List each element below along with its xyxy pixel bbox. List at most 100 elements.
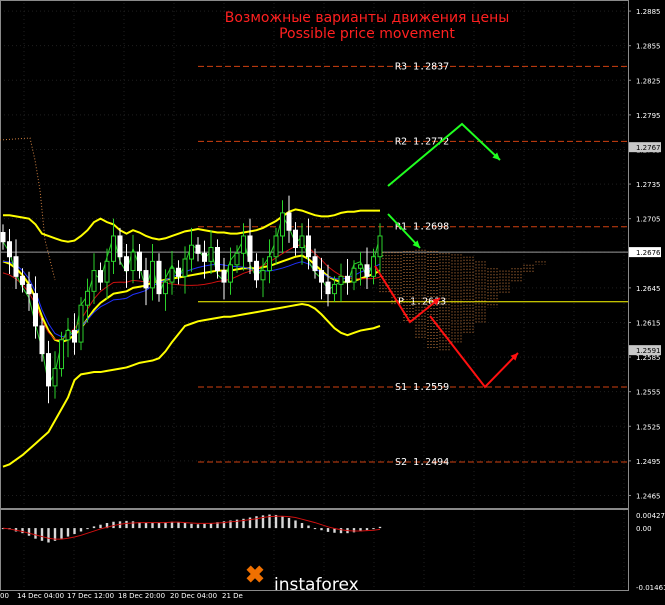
candle-body xyxy=(377,235,383,258)
candle-body xyxy=(312,256,318,272)
macd-bar xyxy=(157,522,161,529)
candle-body xyxy=(247,235,253,262)
candle-body xyxy=(124,256,129,272)
candle-body xyxy=(215,247,220,272)
date-tick-label: 00 xyxy=(0,592,9,600)
candle-body xyxy=(150,260,155,289)
candle-body xyxy=(163,281,168,295)
candle-body xyxy=(306,235,311,258)
macd-bar xyxy=(320,528,323,531)
candle-body xyxy=(52,368,58,387)
macd-bar xyxy=(21,528,24,534)
macd-bar xyxy=(92,526,96,529)
candle-body xyxy=(358,264,363,269)
candle-body xyxy=(332,283,337,295)
price-tag-label: 1.2591 xyxy=(636,347,661,355)
candle-body xyxy=(176,267,181,277)
price-tick-label: 1.2495 xyxy=(636,458,661,466)
candle-body xyxy=(143,270,149,289)
macd-bar xyxy=(196,524,200,529)
candle-body xyxy=(345,275,350,283)
level-label-r3: R3 1.2837 xyxy=(395,61,449,72)
macd-bar xyxy=(27,528,31,536)
macd-bar xyxy=(60,528,63,539)
chart-title-ru: Возможные варианты движения цены xyxy=(225,10,510,26)
candle-body xyxy=(273,235,279,258)
price-tick-label: 1.2735 xyxy=(636,181,661,189)
current-price-label: 1.2676 xyxy=(636,249,661,257)
candle-body xyxy=(234,252,240,266)
macd-bar xyxy=(365,528,369,531)
candle-body xyxy=(78,304,84,343)
macd-bar xyxy=(281,516,284,529)
logo-text: instaforex xyxy=(274,575,359,595)
price-tick-label: 1.2795 xyxy=(636,112,661,120)
candle-body xyxy=(39,325,45,355)
candle-body xyxy=(260,270,266,281)
macd-bar xyxy=(313,528,317,530)
candle-body xyxy=(208,247,214,262)
candle-body xyxy=(111,235,116,262)
candle-body xyxy=(20,275,25,285)
candle-body xyxy=(46,353,51,387)
candle-body xyxy=(7,241,12,258)
candle-body xyxy=(189,244,194,260)
macd-bar xyxy=(177,522,180,529)
date-tick-label: 18 Dec 20:00 xyxy=(118,592,165,600)
macd-bar xyxy=(372,528,375,530)
candle-body xyxy=(364,264,370,277)
macd-bar xyxy=(47,528,50,543)
candle-body xyxy=(319,270,324,283)
candle-body xyxy=(169,267,175,283)
macd-bar xyxy=(274,514,278,529)
price-tick-label: 1.2525 xyxy=(636,423,661,431)
candle-body xyxy=(85,290,90,306)
date-tick-label: 17 Dec 12:00 xyxy=(67,592,114,600)
macd-bar xyxy=(326,528,330,532)
candle-body xyxy=(280,212,285,237)
price-tick-label: 1.2645 xyxy=(636,285,661,293)
macd-bar xyxy=(40,528,44,541)
macd-bar xyxy=(66,528,70,537)
macd-bar xyxy=(86,528,89,530)
macd-bar xyxy=(307,525,310,529)
candle-body xyxy=(98,270,103,283)
price-tick-label: 1.2855 xyxy=(636,43,661,51)
forex-chart: R3 1.2837R2 1.2772R1 1.2698P 1.2633S1 1.… xyxy=(0,0,665,605)
candle-body xyxy=(72,330,77,343)
candle-body xyxy=(182,258,188,277)
macd-bar xyxy=(287,517,291,529)
macd-tick-label: -0.01461 xyxy=(636,584,665,592)
macd-bar xyxy=(352,528,356,533)
price-tick-label: 1.2825 xyxy=(636,77,661,85)
candle-body xyxy=(26,283,32,295)
candle-body xyxy=(254,260,259,281)
macd-tick-label: 0.00 xyxy=(636,525,652,533)
macd-bar xyxy=(125,520,128,529)
price-tick-label: 1.2615 xyxy=(636,319,661,327)
level-label-s2: S2 1.2494 xyxy=(395,457,449,468)
macd-bar xyxy=(34,528,37,539)
date-tick-label: 14 Dec 04:00 xyxy=(17,592,64,600)
level-label-s1: S1 1.2559 xyxy=(395,382,449,393)
candle-body xyxy=(137,251,142,272)
candle-body xyxy=(91,270,97,292)
macd-bar xyxy=(378,526,382,529)
macd-bar xyxy=(294,520,297,529)
candle-body xyxy=(299,235,305,249)
macd-bar xyxy=(183,523,187,529)
candle-body xyxy=(59,339,64,370)
candle-body xyxy=(338,275,344,285)
candle-body xyxy=(286,212,292,231)
macd-bar xyxy=(190,523,193,529)
candle-body xyxy=(267,256,272,272)
macd-bar xyxy=(144,522,148,529)
date-axis: 00 14 Dec 04:00 17 Dec 12:00 18 Dec 20:00 20… xyxy=(0,592,243,600)
date-tick-label: 20 Dec 04:00 xyxy=(170,592,217,600)
macd-bar xyxy=(73,528,76,535)
macd-bar xyxy=(300,523,304,529)
price-tick-label: 1.2465 xyxy=(636,492,661,500)
candle-body xyxy=(195,244,201,254)
macd-bar xyxy=(151,523,154,529)
macd-bar xyxy=(255,516,258,529)
